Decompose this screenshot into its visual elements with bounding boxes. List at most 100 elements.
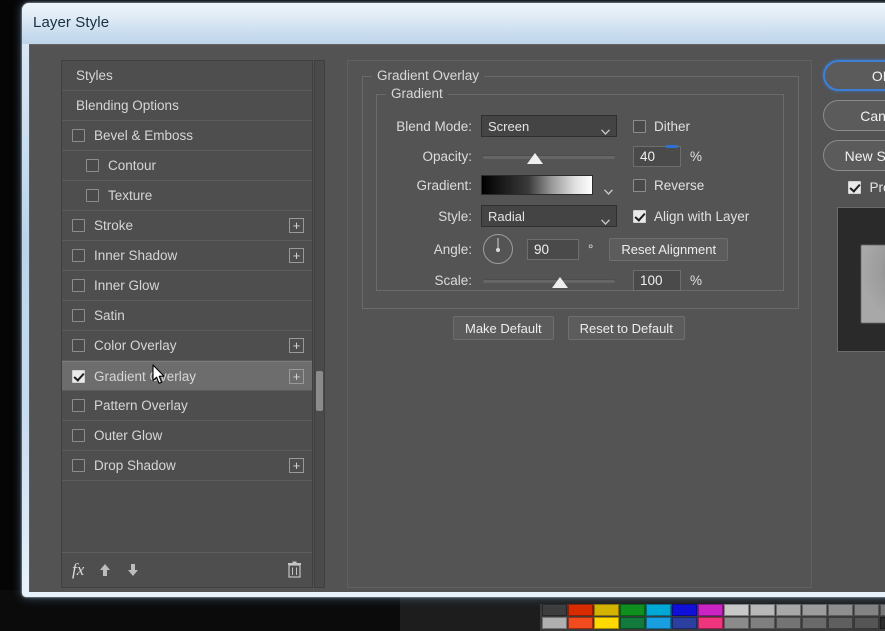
style-enable-checkbox[interactable] — [72, 249, 85, 262]
duplicate-effect-icon[interactable]: + — [289, 218, 304, 233]
style-enable-checkbox[interactable] — [72, 129, 85, 142]
style-enable-checkbox[interactable] — [72, 219, 85, 232]
reverse-checkbox[interactable] — [633, 179, 646, 192]
color-swatch[interactable] — [880, 604, 885, 616]
style-enable-checkbox[interactable] — [86, 159, 99, 172]
style-list-item-label: Satin — [94, 308, 312, 323]
color-swatch[interactable] — [594, 604, 619, 616]
style-list-item[interactable]: Drop Shadow+ — [62, 451, 312, 481]
color-swatch[interactable] — [542, 617, 567, 629]
style-enable-checkbox[interactable] — [72, 459, 85, 472]
color-swatch[interactable] — [854, 617, 879, 629]
color-swatch[interactable] — [828, 604, 853, 616]
opacity-field[interactable]: 40 — [633, 146, 681, 167]
opacity-slider[interactable] — [481, 145, 617, 167]
style-enable-checkbox[interactable] — [72, 339, 85, 352]
color-swatch[interactable] — [750, 617, 775, 629]
styles-list-scrollbar[interactable] — [314, 60, 325, 588]
style-enable-checkbox[interactable] — [86, 189, 99, 202]
style-list-item[interactable]: Contour — [62, 151, 312, 181]
cancel-button[interactable]: Cancel — [823, 100, 885, 131]
align-with-layer-checkbox[interactable] — [633, 210, 646, 223]
style-enable-checkbox[interactable] — [72, 279, 85, 292]
chevron-down-icon[interactable] — [604, 182, 613, 200]
color-swatch[interactable] — [854, 604, 879, 616]
swatch-row[interactable] — [540, 617, 885, 630]
color-swatch[interactable] — [542, 604, 567, 616]
align-with-layer-checkbox-row[interactable]: Align with Layer — [633, 209, 749, 224]
color-swatch[interactable] — [828, 617, 853, 629]
style-list-item[interactable]: Inner Glow — [62, 271, 312, 301]
arrow-up-icon[interactable] — [98, 562, 112, 578]
color-swatch[interactable] — [880, 617, 885, 629]
style-list-item[interactable]: Texture — [62, 181, 312, 211]
color-swatch[interactable] — [698, 604, 723, 616]
scale-slider-thumb[interactable] — [552, 277, 568, 288]
duplicate-effect-icon[interactable]: + — [289, 338, 304, 353]
style-list-item[interactable]: Blending Options — [62, 91, 312, 121]
style-enable-checkbox[interactable] — [72, 429, 85, 442]
gradient-preview-swatch[interactable] — [481, 175, 593, 195]
style-list-item[interactable]: Pattern Overlay — [62, 391, 312, 421]
gradient-picker[interactable] — [481, 174, 617, 196]
trash-icon[interactable] — [287, 561, 302, 583]
dither-checkbox[interactable] — [633, 120, 646, 133]
style-list-item[interactable]: Bevel & Emboss — [62, 121, 312, 151]
color-swatch[interactable] — [750, 604, 775, 616]
color-swatch[interactable] — [594, 617, 619, 629]
style-list-item[interactable]: Inner Shadow+ — [62, 241, 312, 271]
preview-checkbox[interactable] — [848, 181, 861, 194]
make-default-button[interactable]: Make Default — [453, 316, 554, 340]
fx-icon[interactable]: fx — [72, 560, 84, 580]
opacity-slider-thumb[interactable] — [527, 153, 543, 164]
style-list-item[interactable]: Outer Glow — [62, 421, 312, 451]
new-style-button[interactable]: New Style... — [823, 140, 885, 171]
style-enable-checkbox[interactable] — [72, 309, 85, 322]
dither-checkbox-row[interactable]: Dither — [633, 119, 690, 134]
style-enable-checkbox[interactable] — [72, 370, 85, 383]
style-list-item[interactable]: Stroke+ — [62, 211, 312, 241]
color-swatch[interactable] — [646, 617, 671, 629]
style-select[interactable]: Radial — [481, 205, 617, 227]
color-swatch[interactable] — [724, 604, 749, 616]
arrow-down-icon[interactable] — [126, 562, 140, 578]
angle-dial[interactable] — [483, 234, 513, 264]
reverse-checkbox-row[interactable]: Reverse — [633, 178, 704, 193]
color-swatch[interactable] — [724, 617, 749, 629]
scrollbar-thumb[interactable] — [316, 371, 323, 411]
scale-label: Scale: — [377, 273, 481, 288]
duplicate-effect-icon[interactable]: + — [289, 369, 304, 384]
style-list-item[interactable]: Gradient Overlay+ — [62, 361, 312, 391]
color-swatch[interactable] — [672, 617, 697, 629]
color-swatch[interactable] — [568, 617, 593, 629]
scale-slider[interactable] — [481, 269, 617, 291]
style-list-item[interactable]: Satin — [62, 301, 312, 331]
duplicate-effect-icon[interactable]: + — [289, 248, 304, 263]
color-swatch[interactable] — [698, 617, 723, 629]
style-enable-checkbox[interactable] — [72, 399, 85, 412]
blend-mode-select[interactable]: Screen — [481, 115, 617, 137]
color-swatches-panel[interactable] — [540, 604, 885, 631]
scale-field[interactable]: 100 — [633, 270, 681, 291]
preview-checkbox-row[interactable]: Preview — [823, 180, 885, 195]
color-swatch[interactable] — [776, 604, 801, 616]
angle-field[interactable]: 90 — [527, 239, 579, 260]
color-swatch[interactable] — [776, 617, 801, 629]
color-swatch[interactable] — [620, 617, 645, 629]
style-list-item[interactable]: Color Overlay+ — [62, 331, 312, 361]
color-swatch[interactable] — [672, 604, 697, 616]
style-list-item-label: Inner Glow — [94, 278, 312, 293]
color-swatch[interactable] — [620, 604, 645, 616]
reset-to-default-button[interactable]: Reset to Default — [568, 316, 685, 340]
reset-alignment-button[interactable]: Reset Alignment — [609, 238, 728, 261]
style-list-item[interactable]: Styles — [62, 61, 312, 91]
duplicate-effect-icon[interactable]: + — [289, 458, 304, 473]
dialog-titlebar[interactable]: Layer Style — [22, 3, 885, 44]
swatch-row[interactable] — [540, 604, 885, 617]
color-swatch[interactable] — [802, 617, 827, 629]
color-swatch[interactable] — [646, 604, 671, 616]
ok-button[interactable]: OK — [823, 60, 885, 91]
color-swatch[interactable] — [568, 604, 593, 616]
styles-list[interactable]: StylesBlending OptionsBevel & EmbossCont… — [62, 61, 312, 552]
color-swatch[interactable] — [802, 604, 827, 616]
